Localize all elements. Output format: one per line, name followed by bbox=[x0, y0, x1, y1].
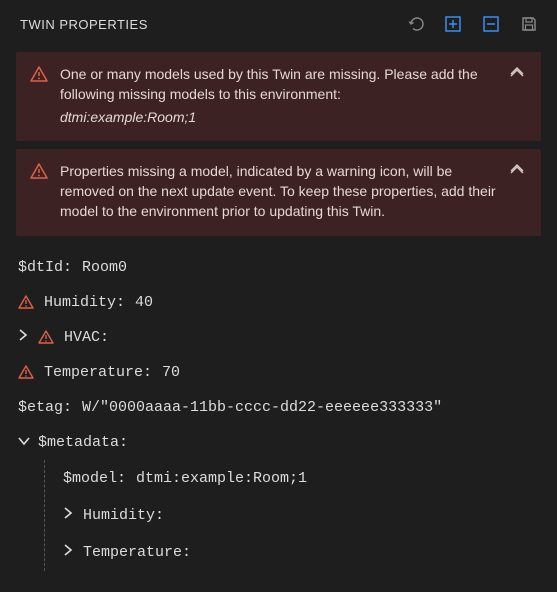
prop-temperature: Temperature: 70 bbox=[18, 355, 539, 390]
prop-key: $metadata: bbox=[38, 434, 128, 451]
collapse-banner-button[interactable] bbox=[509, 163, 527, 180]
prop-value: W/"0000aaaa-11bb-cccc-dd22-eeeeee333333" bbox=[82, 399, 442, 416]
banner-message: One or many models used by this Twin are… bbox=[60, 66, 478, 102]
panel-header: TWIN PROPERTIES bbox=[0, 0, 557, 44]
expand-all-icon[interactable] bbox=[443, 14, 463, 34]
prop-key: Temperature: bbox=[83, 544, 191, 561]
meta-model: $model: dtmi:example:Room;1 bbox=[63, 460, 539, 497]
prop-key: Temperature: bbox=[44, 364, 152, 381]
prop-value: 70 bbox=[162, 364, 180, 381]
banner-text: Properties missing a model, indicated by… bbox=[60, 161, 497, 222]
banner-message: Properties missing a model, indicated by… bbox=[60, 163, 496, 220]
prop-key: Humidity: bbox=[44, 294, 125, 311]
save-icon[interactable] bbox=[519, 14, 539, 34]
warning-icon bbox=[38, 330, 54, 344]
panel-title: TWIN PROPERTIES bbox=[20, 17, 148, 32]
warning-icon bbox=[18, 365, 34, 379]
missing-props-banner: Properties missing a model, indicated by… bbox=[16, 149, 541, 236]
prop-value: 40 bbox=[135, 294, 153, 311]
warning-icon bbox=[30, 163, 48, 179]
banner-detail: dtmi:example:Room;1 bbox=[60, 107, 497, 127]
properties-panel: $dtId: Room0 Humidity: 40 HVAC: Temperat… bbox=[0, 244, 557, 571]
banner-text: One or many models used by this Twin are… bbox=[60, 64, 497, 127]
prop-metadata: $metadata: $model: dtmi:example:Room;1 H… bbox=[18, 425, 539, 571]
metadata-children: $model: dtmi:example:Room;1 Humidity: Te… bbox=[44, 460, 539, 571]
chevron-right-icon bbox=[63, 507, 73, 524]
metadata-header[interactable]: $metadata: bbox=[18, 425, 539, 460]
prop-key: $etag: bbox=[18, 399, 72, 416]
prop-value: Room0 bbox=[82, 259, 127, 276]
chevron-down-icon bbox=[18, 434, 28, 451]
undo-icon[interactable] bbox=[405, 14, 425, 34]
prop-key: Humidity: bbox=[83, 507, 164, 524]
prop-hvac[interactable]: HVAC: bbox=[18, 320, 539, 355]
prop-humidity: Humidity: 40 bbox=[18, 285, 539, 320]
meta-temperature[interactable]: Temperature: bbox=[63, 534, 539, 571]
meta-humidity[interactable]: Humidity: bbox=[63, 497, 539, 534]
prop-value: dtmi:example:Room;1 bbox=[136, 470, 307, 487]
prop-key: $dtId: bbox=[18, 259, 72, 276]
header-actions bbox=[405, 14, 539, 34]
chevron-right-icon bbox=[18, 329, 28, 346]
collapse-banner-button[interactable] bbox=[509, 66, 527, 83]
prop-key: $model: bbox=[63, 470, 126, 487]
missing-models-banner: One or many models used by this Twin are… bbox=[16, 52, 541, 141]
warning-icon bbox=[18, 295, 34, 309]
warning-icon bbox=[30, 66, 48, 82]
prop-key: HVAC: bbox=[64, 329, 109, 346]
chevron-right-icon bbox=[63, 544, 73, 561]
prop-etag: $etag: W/"0000aaaa-11bb-cccc-dd22-eeeeee… bbox=[18, 390, 539, 425]
prop-dtid: $dtId: Room0 bbox=[18, 250, 539, 285]
collapse-all-icon[interactable] bbox=[481, 14, 501, 34]
